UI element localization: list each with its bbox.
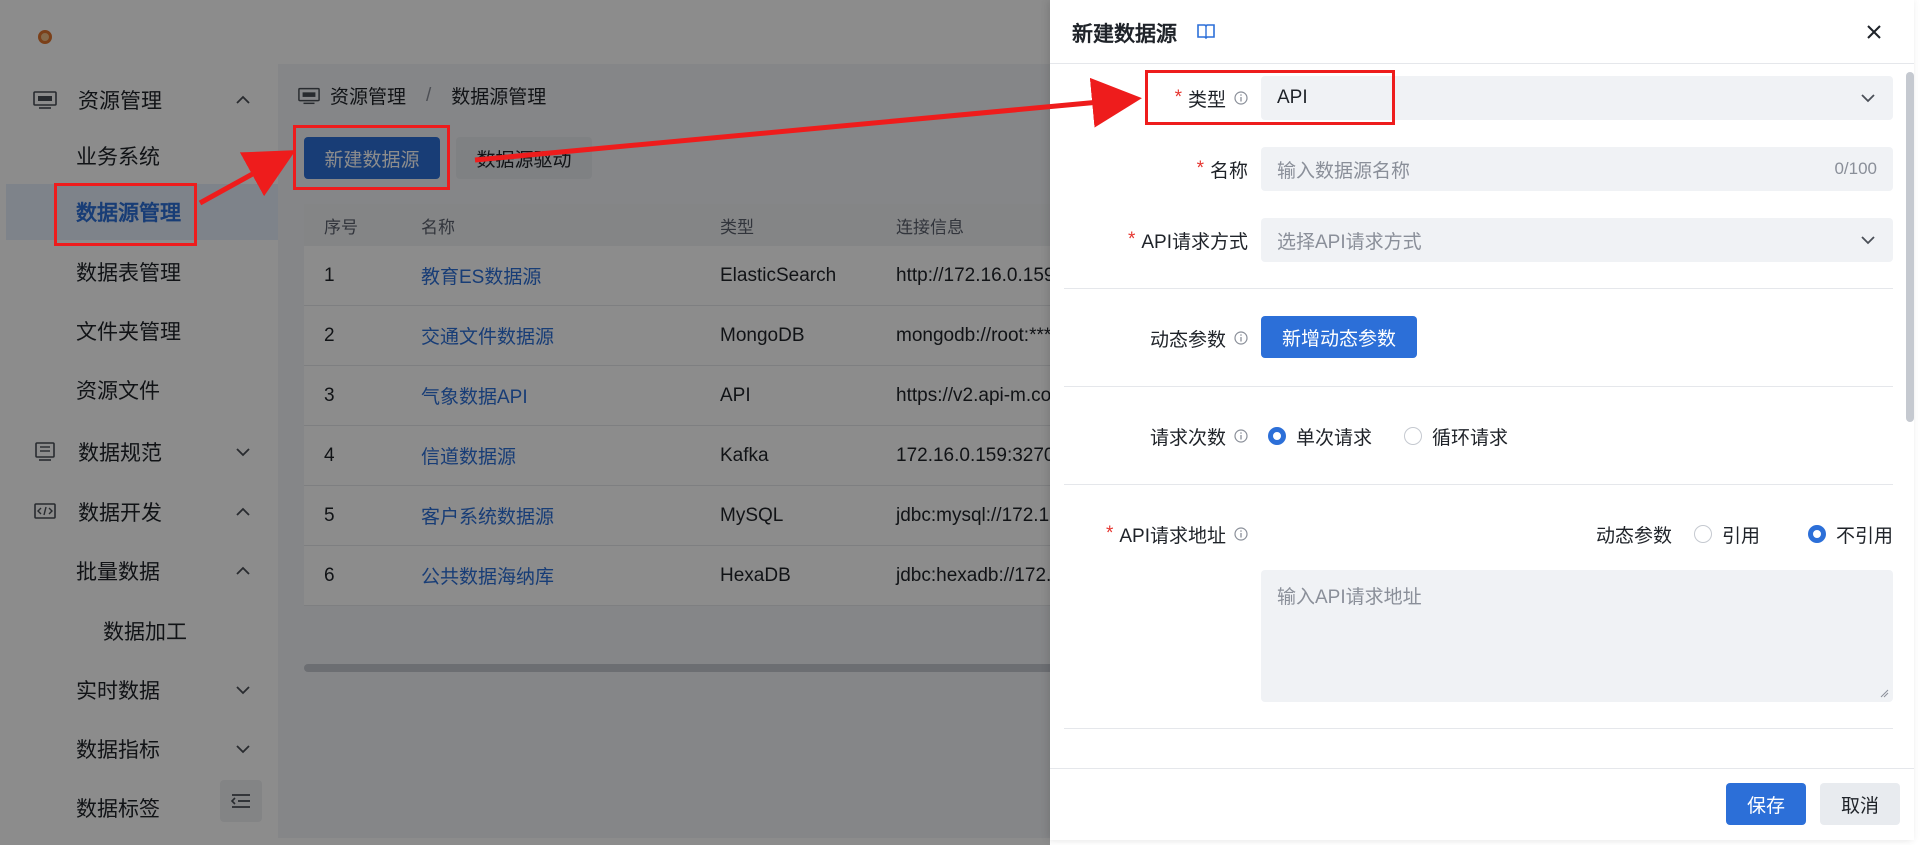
annotation-box-sidebar bbox=[54, 183, 197, 246]
radio-label: 单次请求 bbox=[1296, 427, 1373, 449]
drawer-vertical-scrollbar[interactable] bbox=[1906, 72, 1914, 422]
chevron-down-icon bbox=[1861, 94, 1875, 103]
divider bbox=[1064, 386, 1893, 387]
radio-dot bbox=[1268, 427, 1286, 445]
chevron-down-icon bbox=[1861, 236, 1875, 245]
screenshot-frame: 资源管理 业务系统 数据源管理 数据表管理 文件夹管理 资源文件 数据规范 数据… bbox=[0, 0, 1920, 845]
radio-no-reference[interactable]: 不引用 bbox=[1807, 521, 1893, 548]
required-mark: * bbox=[1105, 523, 1114, 544]
drawer-title: 新建数据源 bbox=[1072, 23, 1177, 46]
name-input[interactable]: 输入数据源名称 0/100 bbox=[1261, 147, 1893, 191]
resize-handle-icon[interactable] bbox=[1879, 688, 1889, 698]
request-times-radio-group: 单次请求 循环请求 bbox=[1268, 414, 1508, 458]
required-mark: * bbox=[1196, 158, 1204, 179]
divider bbox=[1064, 484, 1893, 485]
field-label-text: 动态参数 bbox=[1149, 329, 1226, 351]
add-dynamic-param-button[interactable]: 新增动态参数 bbox=[1261, 316, 1417, 358]
annotation-box-type-field bbox=[1145, 70, 1395, 125]
name-input-placeholder: 输入数据源名称 bbox=[1277, 160, 1411, 182]
field-label: * API请求方式 bbox=[1128, 218, 1248, 262]
divider bbox=[1064, 288, 1893, 289]
radio-label: 引用 bbox=[1721, 525, 1760, 547]
field-label: 动态参数 bbox=[1150, 316, 1248, 360]
drawer-body: * 类型 API * 名称 输入数据源名称 0/100 * API请求方式 选择… bbox=[1050, 64, 1914, 768]
drawer-footer: 保存 取消 bbox=[1050, 768, 1914, 840]
info-icon[interactable] bbox=[1234, 331, 1248, 345]
radio-dot bbox=[1404, 427, 1423, 445]
method-select[interactable]: 选择API请求方式 bbox=[1261, 218, 1893, 262]
radio-loop-request[interactable]: 循环请求 bbox=[1404, 423, 1508, 450]
method-select-placeholder: 选择API请求方式 bbox=[1277, 231, 1422, 253]
field-label-text: API请求地址 bbox=[1119, 525, 1226, 547]
url-dynamic-param-group: 动态参数 引用 不引用 bbox=[1596, 512, 1893, 556]
url-dynamic-label: 动态参数 bbox=[1595, 525, 1672, 547]
radio-dot bbox=[1693, 525, 1712, 543]
divider bbox=[1064, 728, 1893, 729]
info-icon[interactable] bbox=[1234, 527, 1248, 541]
field-label-text: API请求方式 bbox=[1141, 231, 1248, 253]
radio-single-request[interactable]: 单次请求 bbox=[1268, 423, 1372, 450]
field-label: * 名称 bbox=[1197, 147, 1248, 191]
url-textarea[interactable]: 输入API请求地址 bbox=[1261, 570, 1893, 702]
new-datasource-drawer: 新建数据源 * 类型 API * 名称 输入数据源名称 0/100 * API请… bbox=[1050, 0, 1914, 840]
radio-label: 不引用 bbox=[1835, 525, 1893, 547]
save-button[interactable]: 保存 bbox=[1726, 783, 1806, 825]
radio-label: 循环请求 bbox=[1432, 427, 1509, 449]
close-icon[interactable] bbox=[1864, 22, 1884, 42]
cancel-button[interactable]: 取消 bbox=[1820, 783, 1900, 825]
modal-backdrop[interactable] bbox=[0, 0, 1050, 845]
drawer-header: 新建数据源 bbox=[1050, 0, 1914, 64]
field-label: * API请求地址 bbox=[1106, 512, 1248, 556]
char-counter: 0/100 bbox=[1834, 159, 1877, 178]
annotation-box-new-button bbox=[293, 125, 450, 190]
field-label: 请求次数 bbox=[1150, 414, 1248, 458]
info-icon[interactable] bbox=[1234, 429, 1248, 443]
url-textarea-placeholder: 输入API请求地址 bbox=[1277, 587, 1422, 608]
radio-dot bbox=[1807, 525, 1826, 543]
field-label-text: 名称 bbox=[1209, 160, 1248, 182]
required-mark: * bbox=[1127, 229, 1136, 250]
book-icon[interactable] bbox=[1196, 21, 1216, 41]
radio-reference[interactable]: 引用 bbox=[1693, 521, 1760, 548]
field-label-text: 请求次数 bbox=[1149, 427, 1226, 449]
